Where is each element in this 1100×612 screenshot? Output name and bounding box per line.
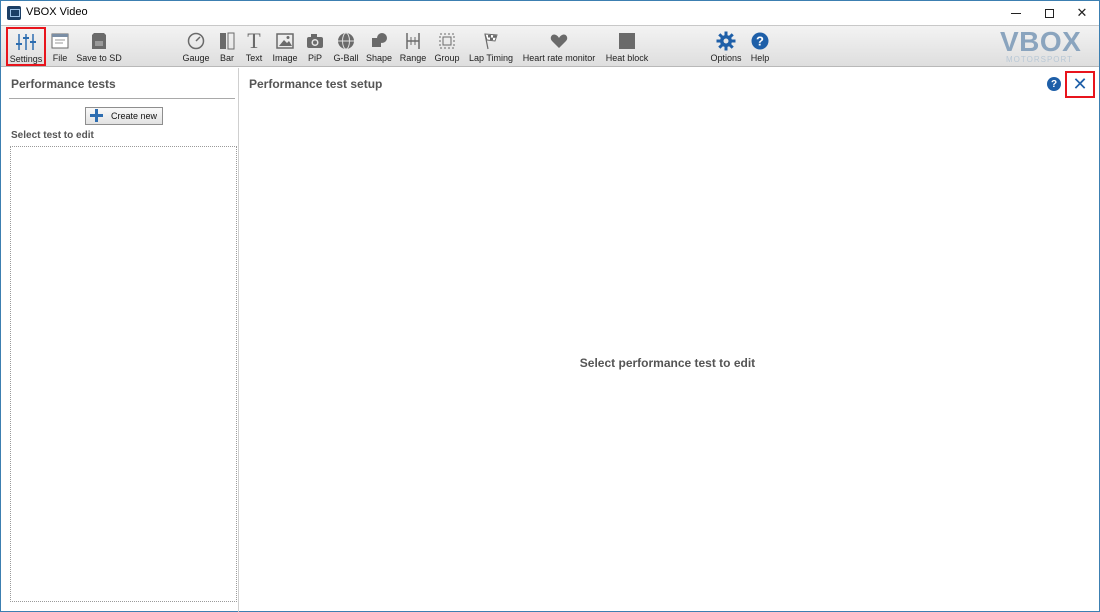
performance-tests-title: Performance tests [11,77,116,91]
create-new-button[interactable]: Create new [85,107,163,125]
range-icon [404,30,422,52]
plus-icon [89,108,105,124]
bar-label: Bar [219,53,234,63]
gear-icon [716,30,736,52]
heart-rate-monitor-label: Heart rate monitor [522,53,596,63]
vbox-logo: VBOX MOTORSPORT [1000,26,1090,66]
logo-subtext: MOTORSPORT [1006,55,1074,64]
range-label: Range [399,53,427,63]
file-label: File [52,53,68,63]
select-test-label: Select test to edit [11,130,94,141]
app-icon [7,6,21,20]
text-icon: T [247,28,261,53]
range-button[interactable]: Range [398,28,428,66]
lap-timing-label: Lap Timing [468,53,514,63]
g-ball-label: G-Ball [333,53,359,63]
performance-tests-panel: Performance tests Create new Select test… [1,68,239,612]
camera-icon [306,30,324,52]
empty-state-message: Select performance test to edit [579,356,756,370]
pip-label: PiP [307,53,322,63]
maximize-button[interactable] [1032,1,1066,25]
group-icon [438,30,456,52]
image-label: Image [272,53,298,63]
lap-timing-button[interactable]: Lap Timing [466,28,516,66]
help-icon: ? [1050,78,1058,90]
heat-block-icon [618,30,636,52]
settings-button[interactable]: Settings [6,27,46,66]
bar-icon [219,30,235,52]
close-icon: ✕ [1076,5,1088,20]
panel-help-button[interactable]: ? [1047,77,1061,91]
heart-icon [550,30,568,52]
file-icon [51,30,69,52]
image-icon [276,30,294,52]
divider [9,98,235,99]
test-list[interactable] [10,146,237,602]
group-button[interactable]: Group [433,28,461,66]
panel-close-button[interactable]: ✕ [1065,71,1095,98]
logo-text: VBOX [1000,26,1082,57]
title-bar: VBOX Video ✕ [1,1,1099,25]
text-button[interactable]: T Text [244,28,264,66]
help-icon: ? [751,30,769,52]
options-label: Options [710,53,742,63]
shape-button[interactable]: Shape [365,28,393,66]
sliders-icon [16,31,36,53]
window-title: VBOX Video [26,6,88,18]
group-label: Group [434,53,460,63]
minimize-button[interactable] [999,1,1033,25]
g-ball-button[interactable]: G-Ball [331,28,361,66]
window-close-button[interactable]: ✕ [1065,1,1099,25]
heat-block-label: Heat block [605,53,649,63]
settings-label: Settings [9,54,43,64]
svg-text:?: ? [756,34,764,49]
heat-block-button[interactable]: Heat block [603,28,651,66]
close-icon: ✕ [1072,74,1088,94]
performance-test-setup-panel: Performance test setup ? ✕ Select perfor… [240,68,1099,612]
shape-label: Shape [365,53,393,63]
gauge-label: Gauge [182,53,210,63]
maximize-icon [1044,8,1054,18]
help-label: Help [750,53,770,63]
help-button[interactable]: ? Help [749,28,771,66]
text-label: Text [245,53,263,63]
options-button[interactable]: Options [708,28,744,66]
heart-rate-monitor-button[interactable]: Heart rate monitor [520,28,598,66]
image-button[interactable]: Image [270,28,300,66]
toolbar: Settings File Save to SD Gauge Bar T Tex… [1,25,1099,67]
save-to-sd-button[interactable]: Save to SD [76,28,122,66]
gauge-icon [187,30,205,52]
save-to-sd-label: Save to SD [76,53,122,63]
checkered-flag-icon [482,30,500,52]
app-window: VBOX Video ✕ Settings File Save to SD Ga… [0,0,1100,612]
gauge-button[interactable]: Gauge [181,28,211,66]
shape-icon [370,30,388,52]
g-ball-icon [337,30,355,52]
bar-button[interactable]: Bar [217,28,237,66]
minimize-icon [1011,12,1021,14]
setup-title: Performance test setup [249,77,383,91]
file-button[interactable]: File [50,28,70,66]
sd-card-icon [91,30,107,52]
create-new-label: Create new [111,111,158,121]
pip-button[interactable]: PiP [304,28,326,66]
